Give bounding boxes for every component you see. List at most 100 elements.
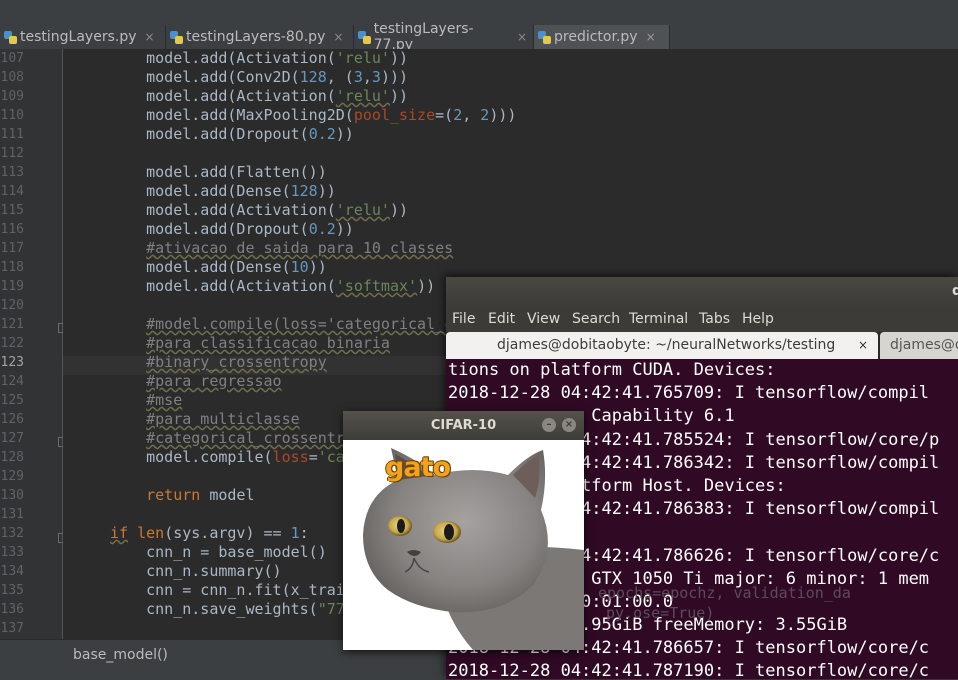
- line-number: 112: [0, 146, 24, 161]
- line-number: 118: [0, 260, 24, 275]
- line-number: 125: [0, 393, 24, 408]
- python-file-icon: [358, 30, 371, 44]
- prediction-label: gato: [385, 452, 451, 483]
- cat-image: gato: [343, 440, 584, 650]
- line-number: 128: [0, 450, 24, 465]
- tab-testinglayers-80[interactable]: testingLayers-80.py ×: [166, 25, 354, 49]
- editor-tab-bar: testingLayers.py × testingLayers-80.py ×…: [0, 21, 958, 53]
- code-line: model.add(Dense(128)): [110, 182, 336, 200]
- code-line: #para classificacao binaria: [146, 334, 390, 352]
- close-icon[interactable]: ×: [858, 332, 868, 359]
- breadcrumb[interactable]: base_model(): [73, 647, 168, 663]
- terminal-overlay-text: py.ose=True): [606, 604, 715, 622]
- code-line: return model: [146, 486, 255, 504]
- code-line: model.add(Dropout(0.2)): [110, 220, 354, 238]
- code-line: model.add(Flatten()): [110, 163, 327, 181]
- code-line: #para regressao: [146, 372, 282, 390]
- line-number: 120: [0, 298, 24, 313]
- terminal-line: 2018-12-28 04:42:41.765709: I tensorflow…: [448, 383, 930, 404]
- menu-edit[interactable]: Edit: [488, 311, 515, 327]
- code-line: model.add(Conv2D(128, (3,3))): [110, 68, 409, 86]
- code-line: cnn_n.summary(): [110, 562, 282, 580]
- close-icon[interactable]: ×: [517, 30, 527, 44]
- line-number: 108: [0, 70, 24, 85]
- line-number: 134: [0, 564, 24, 579]
- close-icon[interactable]: ×: [333, 30, 343, 44]
- line-number: 132: [0, 526, 24, 541]
- code-line: #ativacao de saida para 10 classes: [146, 239, 454, 257]
- line-number: 117: [0, 241, 24, 256]
- code-line: model.compile(loss='cate: [110, 448, 363, 466]
- cifar10-window[interactable]: CIFAR-10 – × gato: [343, 411, 584, 650]
- line-number: 111: [0, 127, 24, 142]
- code-line: #para multiclasse: [146, 410, 300, 428]
- menu-terminal[interactable]: Terminal: [629, 311, 688, 327]
- code-line: if len(sys.argv) == 1:: [110, 524, 309, 542]
- line-number: 130: [0, 488, 24, 503]
- cifar10-titlebar[interactable]: CIFAR-10 – ×: [343, 411, 584, 440]
- line-number: 119: [0, 279, 24, 294]
- tab-testinglayers-77[interactable]: testingLayers-77.py ×: [354, 21, 534, 53]
- line-number: 110: [0, 108, 24, 123]
- terminal-tab-bar: djames@dobitaobyte: ~/neuralNetworks/tes…: [446, 332, 958, 359]
- tab-predictor[interactable]: predictor.py ×: [534, 25, 670, 49]
- terminal-title: d: [951, 283, 958, 299]
- line-number: 113: [0, 165, 24, 180]
- tab-testinglayers[interactable]: testingLayers.py ×: [0, 25, 166, 49]
- line-number: 129: [0, 469, 24, 484]
- terminal-tab-label: djames@d: [890, 337, 958, 353]
- code-line: #model.compile(loss='categorical_c: [146, 315, 454, 333]
- close-icon[interactable]: ×: [646, 30, 656, 44]
- terminal-tab-label: djames@dobitaobyte: ~/neuralNetworks/tes…: [497, 337, 836, 353]
- python-file-icon: [538, 30, 551, 44]
- line-number-gutter: 107 108 109 110 111 112 113 114 115 116 117 118 119 1…: [0, 49, 63, 639]
- menu-search[interactable]: Search: [572, 311, 620, 327]
- code-line: model.add(Dropout(0.2)): [110, 125, 354, 143]
- menu-view[interactable]: View: [527, 311, 560, 327]
- terminal-tab-other[interactable]: djames@d: [880, 332, 958, 359]
- line-number: 107: [0, 51, 24, 66]
- line-number: 115: [0, 203, 24, 218]
- tab-label: predictor.py: [554, 29, 638, 45]
- line-number: 133: [0, 545, 24, 560]
- code-line: cnn = cnn_n.fit(x_train: [110, 581, 354, 599]
- code-line: #categorical_crossentro: [146, 429, 354, 447]
- line-number: 116: [0, 222, 24, 237]
- line-number: 109: [0, 89, 24, 104]
- code-line: cnn_n = base_model(): [110, 543, 327, 561]
- python-file-icon: [4, 30, 17, 44]
- minimize-icon[interactable]: –: [542, 418, 556, 432]
- tab-label: testingLayers-80.py: [186, 29, 326, 45]
- terminal-line: 2018-12-28 04:42:41.787190: I tensorflow…: [448, 661, 930, 679]
- code-line: #binary_crossentropy: [146, 353, 327, 371]
- code-line: model.add(MaxPooling2D(pool_size=(2, 2))…: [110, 106, 517, 124]
- code-line: cnn_n.save_weights("77-i: [110, 600, 363, 618]
- close-icon[interactable]: ×: [144, 30, 154, 44]
- line-number: 136: [0, 602, 24, 617]
- menu-tabs[interactable]: Tabs: [699, 311, 730, 327]
- line-number: 121: [0, 317, 24, 332]
- line-number: 123: [0, 355, 24, 370]
- line-number: 135: [0, 583, 24, 598]
- terminal-overlay-text: epochs=epochz, validation_da: [598, 584, 851, 602]
- line-number: 126: [0, 412, 24, 427]
- line-number: 137: [0, 621, 24, 636]
- menu-file[interactable]: File: [452, 311, 475, 327]
- cat-illustration: [363, 448, 584, 650]
- menu-help[interactable]: Help: [742, 311, 774, 327]
- line-number: 122: [0, 336, 24, 351]
- terminal-menubar: File Edit View Search Terminal Tabs Help: [446, 308, 958, 332]
- line-number: 127: [0, 431, 24, 446]
- code-line: model.add(Activation('softmax')): [110, 277, 436, 295]
- code-line: model.add(Activation('relu')): [110, 49, 409, 67]
- line-number: 131: [0, 507, 24, 522]
- close-icon[interactable]: ×: [562, 418, 576, 432]
- code-line: #mse: [146, 391, 183, 409]
- terminal-line: tions on platform CUDA. Devices:: [448, 360, 776, 380]
- terminal-titlebar[interactable]: d: [446, 277, 958, 308]
- code-line: model.add(Activation('relu')): [110, 201, 409, 219]
- terminal-tab-active[interactable]: djames@dobitaobyte: ~/neuralNetworks/tes…: [446, 332, 878, 359]
- python-file-icon: [170, 30, 183, 44]
- line-number: 114: [0, 184, 24, 199]
- tab-label: testingLayers.py: [20, 29, 137, 45]
